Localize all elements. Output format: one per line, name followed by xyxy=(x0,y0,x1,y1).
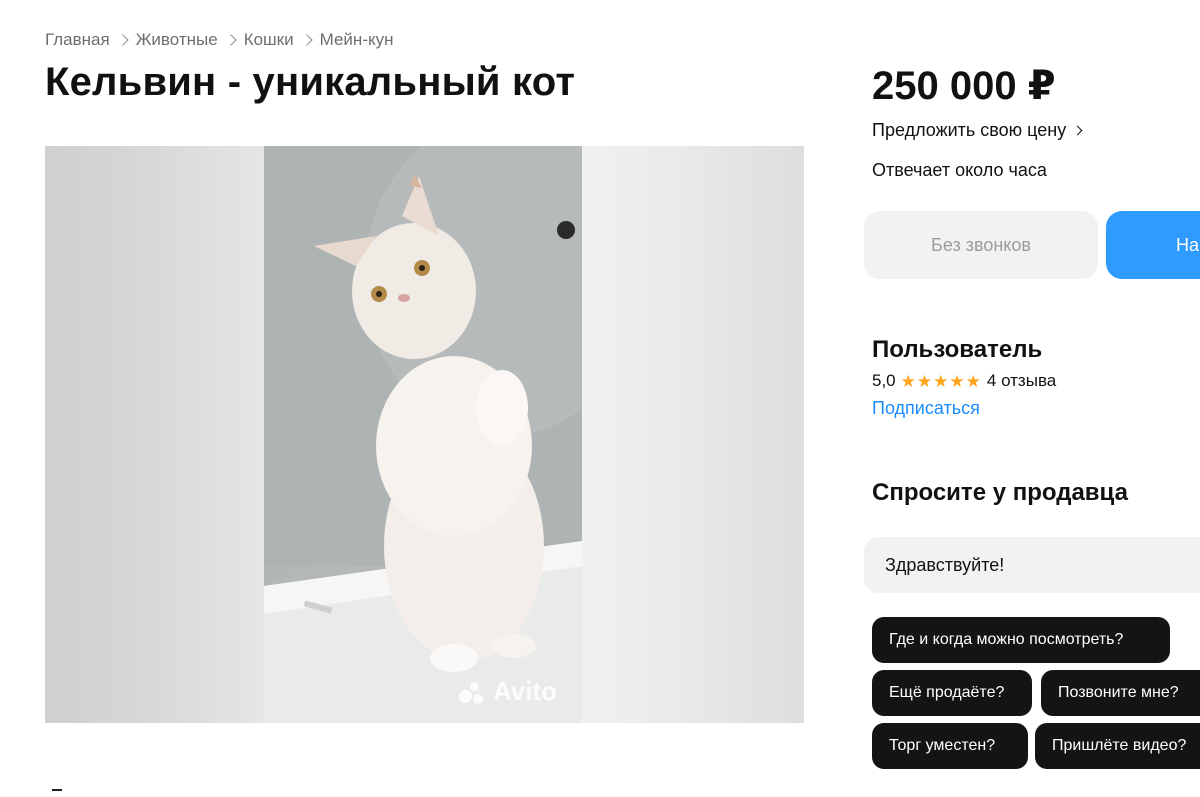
ask-seller-title: Спросите у продавца xyxy=(872,479,1128,506)
rating-stars: ★ ★ ★ ★ ★ xyxy=(901,373,981,390)
chevron-right-icon xyxy=(117,34,129,46)
offer-price-link[interactable]: Предложить свою цену xyxy=(872,120,1083,141)
avito-watermark: Avito xyxy=(459,676,557,707)
breadcrumb-cats[interactable]: Кошки xyxy=(244,30,294,50)
star-icon: ★ xyxy=(916,371,933,391)
star-icon: ★ xyxy=(949,371,965,391)
watermark-text: Avito xyxy=(493,676,558,706)
listing-photo[interactable]: Avito xyxy=(264,146,582,723)
quick-question-bargain[interactable]: Торг уместен? xyxy=(872,723,1028,769)
breadcrumb: Главная Животные Кошки Мейн-кун xyxy=(45,30,394,50)
star-icon: ★ xyxy=(965,371,981,391)
quick-question-call-me[interactable]: Позвоните мне? xyxy=(1041,670,1200,716)
offer-price-label: Предложить свою цену xyxy=(872,120,1067,140)
gallery-backdrop-left xyxy=(45,146,265,723)
breadcrumb-home[interactable]: Главная xyxy=(45,30,110,50)
cat-photo-illustration xyxy=(264,146,582,723)
photo-gallery[interactable]: Avito xyxy=(45,146,804,723)
chevron-right-icon xyxy=(300,34,313,46)
price: 250 000 ₽ xyxy=(872,64,1056,108)
message-input[interactable] xyxy=(864,537,1200,593)
subscribe-link[interactable]: Подписаться xyxy=(872,398,980,419)
seller-name[interactable]: Пользователь xyxy=(872,336,1042,364)
chevron-right-icon xyxy=(225,34,237,46)
no-calls-button[interactable]: Без звонков xyxy=(864,211,1098,279)
star-icon: ★ xyxy=(900,371,916,391)
divider xyxy=(52,789,62,791)
seller-rating: 5,0 ★ ★ ★ ★ ★ 4 отзыва xyxy=(872,371,1056,391)
quick-question-send-video[interactable]: Пришлёте видео? xyxy=(1035,723,1200,769)
avito-logo-icon xyxy=(459,679,489,705)
response-time: Отвечает около часа xyxy=(872,160,1047,180)
breadcrumb-animals[interactable]: Животные xyxy=(136,30,218,50)
rating-value: 5,0 xyxy=(872,371,896,390)
write-message-button[interactable]: Написать xyxy=(1106,211,1200,279)
star-icon: ★ xyxy=(933,371,949,391)
breadcrumb-maine-coon[interactable]: Мейн-кун xyxy=(320,30,394,50)
quick-question-where-when[interactable]: Где и когда можно посмотреть? xyxy=(872,617,1170,663)
page-title: Кельвин - уникальный кот xyxy=(45,60,576,104)
chevron-right-icon xyxy=(1072,125,1083,136)
gallery-backdrop-right xyxy=(582,146,804,723)
quick-question-still-selling[interactable]: Ещё продаёте? xyxy=(872,670,1032,716)
reviews-link[interactable]: 4 отзыва xyxy=(987,371,1056,391)
